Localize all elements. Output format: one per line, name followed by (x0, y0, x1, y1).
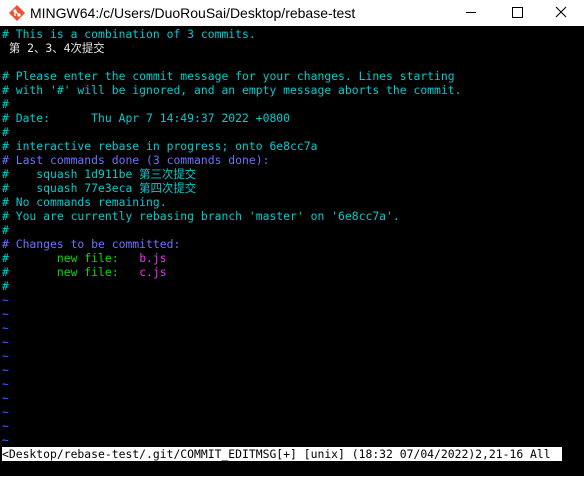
empty-line-tilde: ~ (2, 293, 9, 307)
editor-line: # Please enter the commit message for yo… (2, 69, 455, 83)
editor-line: # (2, 279, 9, 293)
empty-line-tilde: ~ (2, 377, 9, 391)
maximize-button[interactable] (498, 0, 536, 26)
editor-line: # squash 77e3eca 第四次提交 (2, 181, 197, 195)
change-label: new file: (56, 265, 119, 279)
empty-line-tilde: ~ (2, 391, 9, 405)
change-line: # new file: c.js (2, 265, 167, 279)
editor-line: # Date: Thu Apr 7 14:49:37 2022 +0800 (2, 111, 291, 125)
minimize-icon (466, 12, 476, 13)
terminal-window: MINGW64:/c/Users/DuoRouSai/Desktop/rebas… (0, 0, 584, 484)
empty-line-tilde: ~ (2, 363, 9, 377)
editor-line: # interactive rebase in progress; onto 6… (2, 139, 318, 153)
empty-line-tilde: ~ (2, 321, 9, 335)
empty-line-tilde: ~ (2, 433, 9, 447)
vim-status-line: <Desktop/rebase-test/.git/COMMIT_EDITMSG… (2, 447, 562, 461)
editor-line: # Changes to be committed: (2, 237, 181, 251)
window-title: MINGW64:/c/Users/DuoRouSai/Desktop/rebas… (30, 5, 356, 21)
editor-line: # No commands remaining. (2, 195, 167, 209)
empty-line-tilde: ~ (2, 335, 9, 349)
empty-line-tilde: ~ (2, 419, 9, 433)
close-icon (555, 6, 567, 18)
title-bar[interactable]: MINGW64:/c/Users/DuoRouSai/Desktop/rebas… (0, 0, 584, 26)
change-hash: # (2, 265, 9, 279)
editor-line: # Last commands done (3 commands done): (2, 153, 270, 167)
editor-line: # This is a combination of 3 commits. (2, 27, 256, 41)
editor-line: # You are currently rebasing branch 'mas… (2, 209, 400, 223)
change-file: b.js (139, 251, 167, 265)
editor-line: # (2, 223, 9, 237)
minimize-button[interactable] (452, 0, 490, 26)
editor-line: # squash 1d911be 第三次提交 (2, 167, 197, 181)
commit-message-line[interactable]: 第 2、3、4次提交 (2, 41, 105, 55)
git-bash-icon (9, 5, 25, 21)
maximize-icon (512, 7, 523, 18)
editor-line: # (2, 125, 9, 139)
editor-line: # with '#' will be ignored, and an empty… (2, 83, 462, 97)
window-bottom-border (0, 476, 584, 484)
close-button[interactable] (542, 0, 580, 26)
empty-line-tilde: ~ (2, 349, 9, 363)
editor-line: # (2, 97, 9, 111)
change-hash: # (2, 251, 9, 265)
change-line: # new file: b.js (2, 251, 167, 265)
empty-line-tilde: ~ (2, 307, 9, 321)
empty-line-tilde: ~ (2, 405, 9, 419)
terminal-area[interactable]: # This is a combination of 3 commits. 第 … (0, 26, 584, 476)
change-file: c.js (139, 265, 167, 279)
change-label: new file: (56, 251, 119, 265)
